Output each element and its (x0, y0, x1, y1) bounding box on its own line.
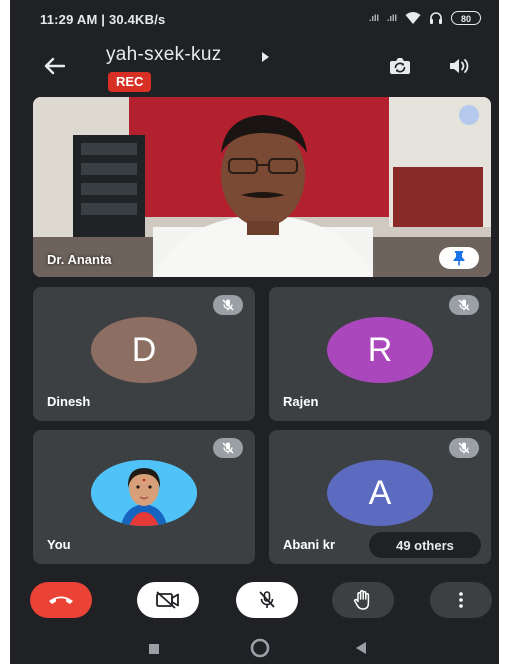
recents-icon (149, 644, 159, 654)
back-button[interactable] (38, 50, 70, 82)
participant-tile[interactable]: A Abani kr 49 others (269, 430, 491, 564)
mic-off-indicator (449, 438, 479, 458)
camera-toggle-button[interactable] (137, 582, 199, 618)
participant-tile-self[interactable]: You (33, 430, 255, 564)
speaker-video-frame (33, 97, 491, 277)
avatar-initial: D (131, 330, 157, 369)
main-video-tile[interactable]: Dr. Ananta (33, 97, 491, 277)
avatar: D (91, 317, 197, 383)
status-icons: .ıll .ıll 80 (369, 9, 481, 27)
meeting-header: yah-sxek-kuz REC (10, 36, 499, 96)
more-vert-icon (459, 592, 463, 608)
end-call-icon (49, 596, 73, 604)
mic-off-icon (458, 299, 470, 311)
status-bar: 11:29 AM | 30.4KB/s .ıll .ıll 80 (10, 0, 499, 36)
mic-toggle-button[interactable] (236, 582, 298, 618)
video-off-icon (156, 591, 179, 609)
mic-off-icon (458, 442, 470, 454)
avatar-initial: R (367, 330, 393, 369)
participant-name: Abani kr (283, 537, 336, 552)
raise-hand-icon (353, 590, 370, 610)
mic-off-indicator (213, 438, 243, 458)
meeting-info-caret-icon[interactable] (262, 52, 269, 62)
mic-off-indicator (449, 295, 479, 315)
status-time: 11:29 AM | 30.4KB/s (40, 12, 166, 27)
self-photo (91, 460, 197, 526)
battery-icon: 80 (451, 11, 481, 25)
wifi-icon (405, 12, 421, 24)
avatar: A (327, 460, 433, 526)
pin-icon (453, 251, 465, 266)
meet-screen: 11:29 AM | 30.4KB/s .ıll .ıll 80 yah-sxe… (10, 0, 499, 664)
pin-button[interactable] (439, 247, 479, 269)
speaker-icon (450, 59, 469, 73)
system-nav-bar (10, 630, 499, 664)
signal-icon: .ıll (368, 13, 379, 23)
raise-hand-button[interactable] (332, 582, 394, 618)
participant-name: Dinesh (47, 394, 91, 409)
switch-camera-button[interactable] (383, 51, 417, 81)
home-button[interactable] (250, 638, 270, 663)
mic-off-icon (259, 591, 275, 608)
mic-off-icon (222, 299, 234, 311)
home-icon (250, 638, 270, 658)
end-call-button[interactable] (30, 582, 92, 618)
participant-tile[interactable]: D Dinesh (33, 287, 255, 421)
mic-off-indicator (213, 295, 243, 315)
participant-name: Rajen (283, 394, 319, 409)
others-count-button[interactable]: 49 others (369, 532, 481, 558)
avatar-photo (91, 460, 197, 526)
triangle-back-icon (356, 642, 366, 654)
camera-switch-icon (390, 58, 410, 74)
participant-name: You (47, 537, 71, 552)
main-participant-name: Dr. Ananta (47, 252, 112, 267)
call-controls (10, 574, 499, 630)
back-arrow-icon (44, 57, 65, 75)
more-options-button[interactable] (430, 582, 492, 618)
audio-output-button[interactable] (442, 51, 476, 81)
recording-badge: REC (108, 72, 152, 92)
headset-icon (430, 12, 442, 24)
meeting-code[interactable]: yah-sxek-kuz (106, 44, 222, 66)
mic-off-icon (222, 442, 234, 454)
signal-icon: .ıll (386, 13, 397, 23)
avatar: R (327, 317, 433, 383)
back-nav-button[interactable] (354, 641, 368, 660)
video-overlay-dot (459, 105, 479, 125)
participant-tile[interactable]: R Rajen (269, 287, 491, 421)
recents-button[interactable] (148, 642, 160, 660)
avatar-initial: A (368, 473, 392, 512)
